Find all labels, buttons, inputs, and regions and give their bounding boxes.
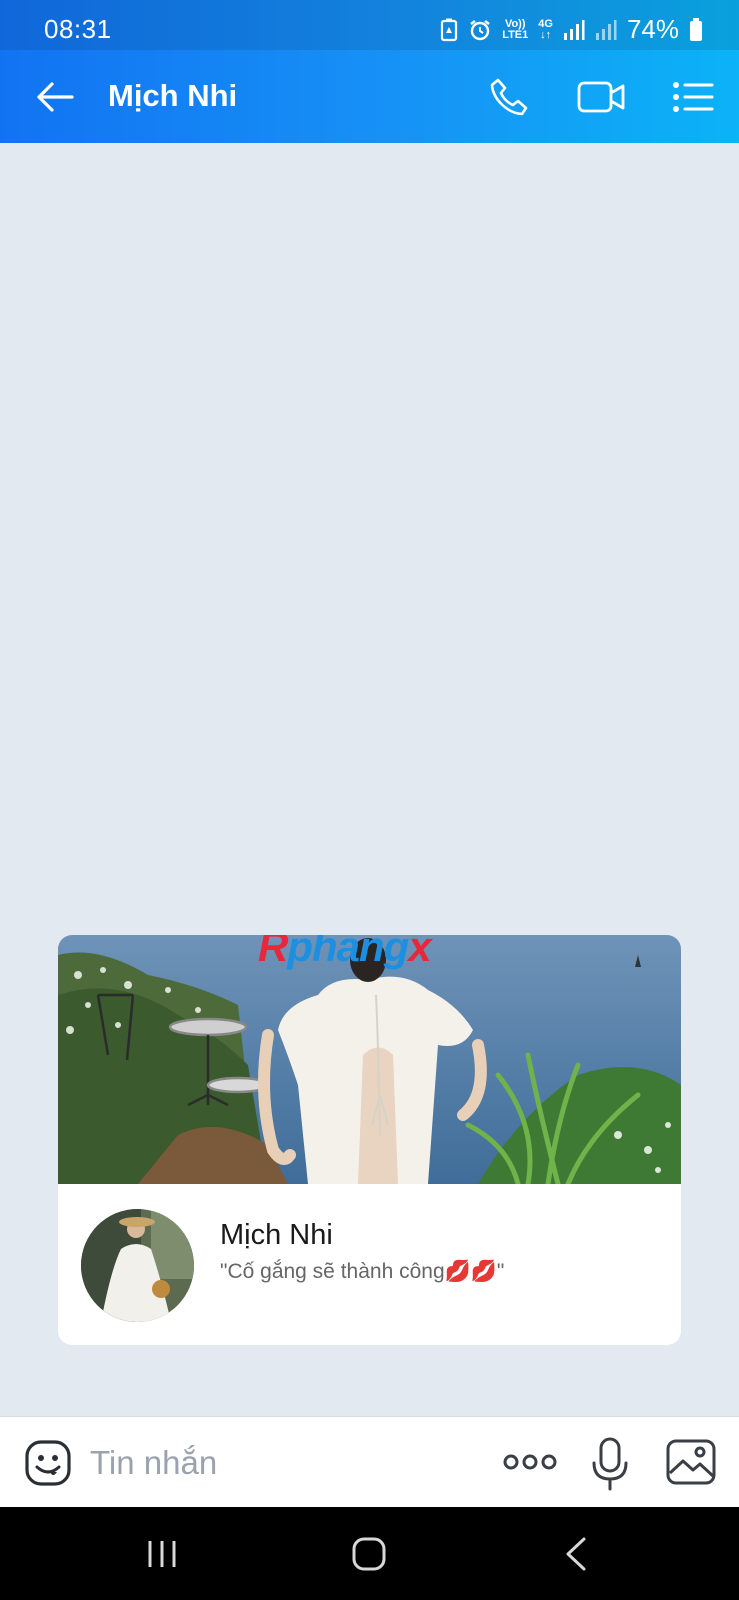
watermark-logo: Rphangx bbox=[258, 935, 432, 970]
avatar[interactable] bbox=[81, 1209, 194, 1322]
status-time: 08:31 bbox=[44, 14, 112, 44]
profile-name: Mịch Nhi bbox=[220, 1219, 333, 1251]
battery-percentage: 74% bbox=[626, 14, 679, 44]
system-back-button[interactable] bbox=[551, 1531, 601, 1577]
emoji-button[interactable] bbox=[24, 1439, 72, 1487]
signal-icon bbox=[595, 19, 617, 41]
video-call-icon bbox=[577, 81, 625, 113]
voice-message-button[interactable] bbox=[590, 1437, 630, 1491]
network-type-label: 4G bbox=[538, 17, 553, 30]
message-composer bbox=[0, 1416, 739, 1508]
microphone-icon bbox=[592, 1437, 628, 1491]
home-icon bbox=[352, 1537, 386, 1571]
more-dots-icon bbox=[503, 1454, 557, 1470]
send-image-button[interactable] bbox=[666, 1439, 716, 1485]
watermark-text: Rphangx bbox=[258, 935, 432, 971]
emoji-icon bbox=[25, 1440, 71, 1486]
chat-title[interactable]: Mịch Nhi bbox=[108, 78, 237, 114]
battery-icon bbox=[689, 17, 703, 42]
recent-apps-icon bbox=[148, 1541, 176, 1567]
chat-toolbar: Mịch Nhi bbox=[0, 50, 739, 143]
more-options-button[interactable] bbox=[502, 1447, 558, 1477]
back-icon bbox=[566, 1537, 586, 1571]
battery-saver-icon bbox=[440, 18, 458, 42]
chat-menu-button[interactable] bbox=[668, 72, 718, 122]
profile-card[interactable]: Rphangx Mịch Nhi "Cố gắng sẽ thành công💋… bbox=[58, 935, 681, 1345]
volte-label: Vo)) bbox=[504, 17, 526, 30]
recent-apps-button[interactable] bbox=[137, 1531, 187, 1577]
profile-status: "Cố gắng sẽ thành công💋💋" bbox=[220, 1260, 505, 1283]
phone-call-icon bbox=[490, 78, 528, 116]
volte-icon: Vo)) LTE1 bbox=[502, 17, 529, 41]
network-type: 4G ↓↑ bbox=[538, 17, 553, 41]
message-input[interactable] bbox=[88, 1437, 472, 1489]
alarm-icon bbox=[468, 18, 492, 42]
status-icons: Vo)) LTE1 4G ↓↑ 74% bbox=[440, 14, 703, 45]
status-bar: 08:31 Vo)) LTE1 4G ↓↑ 74% bbox=[0, 0, 739, 50]
cover-photo[interactable]: Rphangx bbox=[58, 935, 681, 1187]
video-call-button[interactable] bbox=[576, 72, 626, 122]
back-button[interactable] bbox=[30, 72, 80, 122]
menu-list-icon bbox=[673, 82, 714, 112]
system-navigation-bar bbox=[0, 1507, 739, 1600]
app-header: 08:31 Vo)) LTE1 4G ↓↑ 74% Mịch Nhi bbox=[0, 0, 739, 143]
lte-label: LTE1 bbox=[502, 28, 529, 41]
chat-area[interactable]: Rphangx Mịch Nhi "Cố gắng sẽ thành công💋… bbox=[0, 143, 739, 1416]
signal-icon bbox=[563, 19, 585, 41]
home-button[interactable] bbox=[344, 1531, 394, 1577]
voice-call-button[interactable] bbox=[484, 72, 534, 122]
back-arrow-icon bbox=[37, 82, 74, 112]
image-icon bbox=[666, 1439, 716, 1485]
